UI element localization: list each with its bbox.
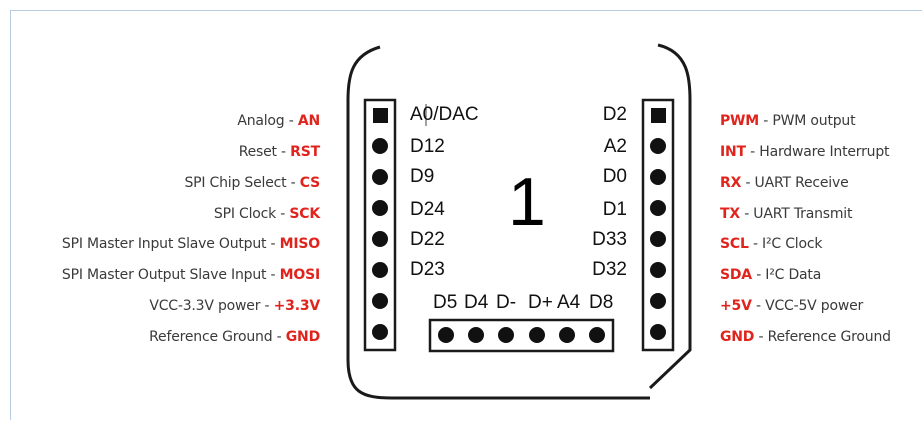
board-label-d23: D23 [410, 259, 445, 280]
left-pin-label-gnd: Reference Ground - GND [149, 329, 320, 345]
bottom-header-pins [438, 327, 605, 343]
left-pin-label-mosi: SPI Master Output Slave Input - MOSI [61, 267, 320, 283]
left-header-frame [363, 98, 397, 352]
board-label-a0-dac: A0/DAC [410, 104, 479, 125]
board-label-d12: D12 [410, 136, 445, 157]
board-label-d0: D0 [602, 166, 627, 187]
left-pin-label-rst: Reset - RST [238, 144, 320, 160]
left-header-square-pin [373, 108, 388, 123]
right-header-square-pin [651, 108, 666, 123]
board-label-a2: A2 [603, 136, 627, 157]
board-label-d4: D4 [464, 292, 489, 313]
board-label-d-minus: D- [496, 292, 517, 313]
left-pin-label-miso: SPI Master Input Slave Output - MISO [61, 236, 320, 252]
left-pin-label-sck: SPI Clock - SCK [213, 206, 320, 222]
right-pin-label-pwm: PWM - PWM output [720, 113, 856, 129]
right-header-frame [641, 98, 675, 352]
right-pin-label-scl: SCL - I²C Clock [720, 236, 823, 252]
right-pin-label-rx: RX - UART Receive [720, 175, 849, 191]
right-pin-label-int: INT - Hardware Interrupt [720, 144, 890, 160]
left-pin-label-cs: SPI Chip Select - CS [184, 175, 320, 191]
right-header-pins [650, 138, 666, 340]
bottom-header-frame [428, 318, 615, 353]
board-label-d32: D32 [592, 259, 627, 280]
board-label-d5: D5 [433, 292, 458, 313]
board-number: 1 [508, 164, 546, 240]
right-pin-label-sda: SDA - I²C Data [720, 267, 822, 283]
right-pin-label-gnd: GND - Reference Ground [720, 329, 891, 345]
board-label-d8: D8 [589, 292, 614, 313]
board-label-d33: D33 [592, 229, 627, 250]
left-pin-label-3v3: VCC-3.3V power - +3.3V [149, 298, 320, 314]
left-pin-label-an: Analog - AN [237, 113, 320, 129]
board-label-d24: D24 [410, 199, 445, 220]
board-label-d2: D2 [602, 104, 627, 125]
board-label-d9: D9 [410, 166, 435, 187]
right-pin-label-tx: TX - UART Transmit [720, 206, 853, 222]
right-pin-label-5v: +5V - VCC-5V power [720, 298, 864, 314]
board-label-a4: A4 [557, 292, 581, 313]
board-label-d-plus: D+ [528, 292, 553, 313]
left-header-pins [372, 138, 388, 340]
board-label-d1: D1 [602, 199, 627, 220]
board-label-d22: D22 [410, 229, 445, 250]
